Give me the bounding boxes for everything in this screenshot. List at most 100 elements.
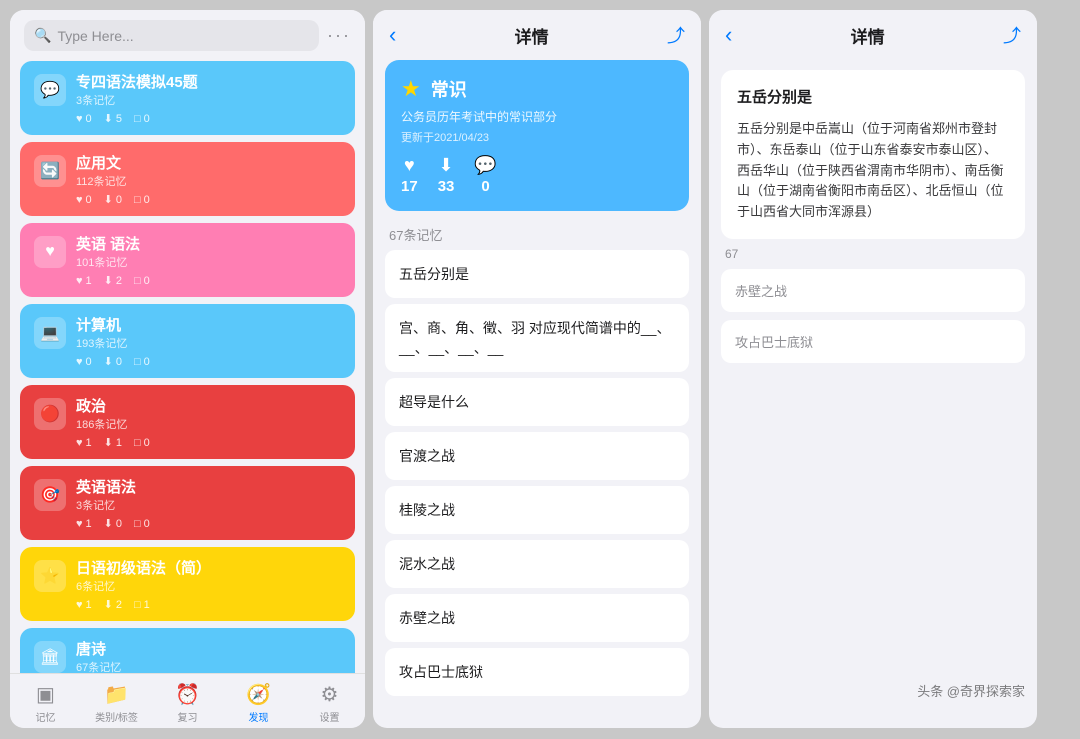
card-list: 五岳分别是宫、商、角、徵、羽 对应现代简谱中的__、__、__、__、__ 超导是… (373, 250, 701, 728)
tab-label: 记忆 (36, 709, 56, 724)
deck-icon: 🔴 (34, 398, 66, 430)
card-counts: ♥ 17 ⬇ 33 💬 0 (401, 155, 673, 195)
deck-list-panel: 🔍 Type Here... ··· 💬 专四语法模拟45题 3条记忆 ♥ 0 … (10, 10, 365, 728)
download-icon: ⬇ (104, 193, 113, 206)
stat-comments-num: 0 (144, 194, 150, 206)
watermark: 头条 @奇界探索家 (917, 681, 1025, 700)
stat-likes: ♥ 0 (76, 356, 92, 368)
comment-icon: □ (134, 275, 141, 287)
card-list-item[interactable]: 泥水之战 (385, 540, 689, 588)
deck-item[interactable]: 💻 计算机 193条记忆 ♥ 0 ⬇ 0 □ 0 (20, 304, 355, 378)
stat-downloads-num: 0 (116, 356, 122, 368)
back-button[interactable]: ‹ (389, 22, 396, 48)
search-bar: 🔍 Type Here... ··· (10, 10, 365, 61)
search-input-wrap[interactable]: 🔍 Type Here... (24, 20, 319, 51)
deck-item[interactable]: 🎯 英语语法 3条记忆 ♥ 1 ⬇ 0 □ 0 (20, 466, 355, 540)
downloads-count: ⬇ 33 (438, 155, 455, 195)
tab-item-复习[interactable]: ⏰ 复习 (152, 682, 223, 724)
answer-list-item[interactable]: 攻占巴士底狱 (721, 320, 1025, 363)
comment-icon: □ (134, 518, 141, 530)
deck-item[interactable]: ♥ 英语 语法 101条记忆 ♥ 1 ⬇ 2 □ 0 (20, 223, 355, 297)
answer-text: 五岳分别是中岳嵩山（位于河南省郑州市登封市）、东岳泰山（位于山东省泰安市泰山区）… (737, 119, 1009, 223)
more-dots-button[interactable]: ··· (327, 25, 351, 46)
detail-header: ‹ 详情 ⤴ (373, 10, 701, 60)
deck-sub: 67条记忆 (76, 659, 341, 673)
answer-count-label: 67 (721, 247, 1025, 261)
stat-likes-num: 1 (86, 518, 92, 530)
stat-comments-num: 0 (144, 356, 150, 368)
search-placeholder: Type Here... (57, 28, 133, 44)
download-icon: ⬇ (104, 112, 113, 125)
card-list-item[interactable]: 五岳分别是 (385, 250, 689, 298)
answer-card: 五岳分别是 五岳分别是中岳嵩山（位于河南省郑州市登封市）、东岳泰山（位于山东省泰… (721, 70, 1025, 239)
deck-icon: ♥ (34, 236, 66, 268)
deck-item[interactable]: 🔴 政治 186条记忆 ♥ 1 ⬇ 1 □ 0 (20, 385, 355, 459)
tab-icon: ⚙ (321, 682, 339, 707)
answer-share-button[interactable]: ⤴ (1003, 22, 1021, 48)
tab-icon: 🧭 (246, 682, 271, 707)
deck-icon: 🔄 (34, 155, 66, 187)
tab-item-类别/标签[interactable]: 📁 类别/标签 (81, 682, 152, 724)
stat-likes: ♥ 0 (76, 113, 92, 125)
stat-downloads: ⬇ 0 (104, 355, 122, 368)
card-deck-name: 常识 (431, 76, 467, 102)
stat-downloads-num: 0 (116, 518, 122, 530)
stat-downloads: ⬇ 1 (104, 436, 122, 449)
deck-icon: 🏛 (34, 641, 66, 673)
stat-likes: ♥ 1 (76, 437, 92, 449)
deck-title: 唐诗 (76, 638, 341, 659)
search-icon: 🔍 (34, 27, 51, 44)
card-list-item[interactable]: 超导是什么 (385, 378, 689, 426)
heart-icon: ♥ (76, 437, 83, 449)
deck-item[interactable]: 🏛 唐诗 67条记忆 ♥ 2 ⬇ 4 □ 0 (20, 628, 355, 673)
card-info-box: ★ 常识 公务员历年考试中的常识部分 更新于2021/04/23 ♥ 17 ⬇ … (385, 60, 689, 211)
deck-icon: 💬 (34, 74, 66, 106)
stat-likes-num: 1 (86, 437, 92, 449)
star-icon: ★ (401, 76, 421, 102)
card-list-item[interactable]: 宫、商、角、徵、羽 对应现代简谱中的__、__、__、__、__ (385, 304, 689, 372)
stat-comments: □ 0 (134, 518, 150, 530)
download-icon: ⬇ (438, 155, 453, 176)
download-icon: ⬇ (104, 517, 113, 530)
answer-question: 五岳分别是 (737, 86, 1009, 107)
tab-item-记忆[interactable]: ▣ 记忆 (10, 682, 81, 724)
stat-likes-num: 1 (86, 275, 92, 287)
deck-sub: 186条记忆 (76, 416, 341, 432)
stat-downloads-num: 2 (116, 599, 122, 611)
download-icon: ⬇ (104, 598, 113, 611)
share-button[interactable]: ⤴ (667, 22, 685, 48)
comment-icon: □ (134, 599, 141, 611)
heart-icon: ♥ (76, 518, 83, 530)
answer-back-button[interactable]: ‹ (725, 22, 732, 48)
deck-item[interactable]: ⭐ 日语初级语法（简） 6条记忆 ♥ 1 ⬇ 2 □ 1 (20, 547, 355, 621)
deck-sub: 3条记忆 (76, 497, 341, 513)
comments-num: 0 (481, 178, 489, 195)
tab-icon: ▣ (36, 682, 55, 707)
card-list-item[interactable]: 桂陵之战 (385, 486, 689, 534)
heart-icon: ♥ (76, 356, 83, 368)
stat-downloads: ⬇ 0 (104, 193, 122, 206)
deck-title: 英语 语法 (76, 233, 341, 254)
tab-label: 设置 (320, 709, 340, 724)
answer-header: ‹ 详情 ⤴ (709, 10, 1037, 60)
deck-sub: 3条记忆 (76, 92, 341, 108)
card-date: 更新于2021/04/23 (401, 129, 673, 145)
card-description: 公务员历年考试中的常识部分 (401, 108, 673, 125)
card-list-item[interactable]: 官渡之战 (385, 432, 689, 480)
stat-likes: ♥ 0 (76, 194, 92, 206)
tab-item-发现[interactable]: 🧭 发现 (223, 682, 294, 724)
comment-icon: □ (134, 113, 141, 125)
stat-downloads-num: 2 (116, 275, 122, 287)
deck-item[interactable]: 💬 专四语法模拟45题 3条记忆 ♥ 0 ⬇ 5 □ 0 (20, 61, 355, 135)
card-list-item[interactable]: 攻占巴士底狱 (385, 648, 689, 696)
stat-comments: □ 1 (134, 599, 150, 611)
card-list-item[interactable]: 赤壁之战 (385, 594, 689, 642)
stat-comments-num: 0 (144, 275, 150, 287)
answer-list-item[interactable]: 赤壁之战 (721, 269, 1025, 312)
tab-item-设置[interactable]: ⚙ 设置 (294, 682, 365, 724)
deck-item[interactable]: 🔄 应用文 112条记忆 ♥ 0 ⬇ 0 □ 0 (20, 142, 355, 216)
stat-likes: ♥ 1 (76, 275, 92, 287)
deck-list: 💬 专四语法模拟45题 3条记忆 ♥ 0 ⬇ 5 □ 0 🔄 (10, 61, 365, 673)
heart-icon: ♥ (76, 194, 83, 206)
answer-panel: ‹ 详情 ⤴ 五岳分别是 五岳分别是中岳嵩山（位于河南省郑州市登封市）、东岳泰山… (709, 10, 1037, 728)
